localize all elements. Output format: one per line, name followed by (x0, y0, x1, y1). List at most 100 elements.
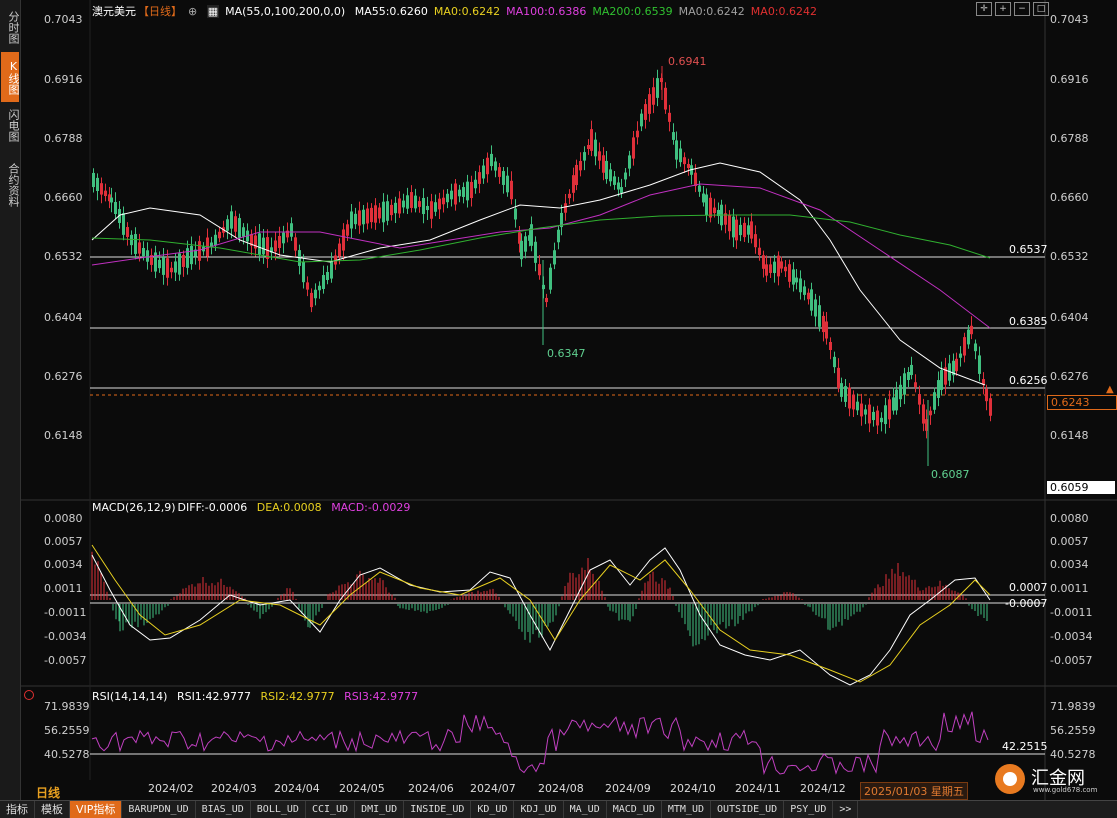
candle-body (406, 195, 409, 209)
candle-body (374, 205, 377, 223)
candle-body (856, 401, 859, 411)
candle-body (482, 165, 485, 179)
macd-axis-left-label: 0.0080 (44, 512, 83, 525)
ma-icon[interactable]: ▦ (206, 5, 220, 18)
bottom-tab[interactable]: BIAS_UD (196, 801, 251, 818)
price-axis-left-label: 0.6404 (44, 311, 83, 324)
timeframe-label[interactable]: 日线 (36, 784, 60, 801)
x-axis-label: 2024/08 (538, 782, 584, 795)
crosshair-icon[interactable]: ✛ (976, 2, 992, 16)
bottom-tab[interactable]: INSIDE_UD (404, 801, 472, 818)
zoom-in-icon[interactable]: + (995, 2, 1011, 16)
bottom-tab[interactable]: DMI_UD (355, 801, 405, 818)
candle-body (848, 387, 851, 409)
low-bound-tag: 0.6059 (1047, 481, 1115, 494)
candle-body (810, 289, 813, 311)
candle-body (672, 132, 675, 140)
candle-body (166, 258, 169, 278)
candle-body (989, 398, 992, 416)
candle-body (130, 234, 133, 246)
candle-body (814, 299, 817, 317)
rsi2-value: RSI2:42.9777 (260, 690, 335, 703)
period-label[interactable]: 【日线】 (138, 5, 182, 18)
bottom-tab[interactable]: KDJ_UD (514, 801, 564, 818)
macd-axis-right-label: -0.0057 (1050, 654, 1093, 667)
bottom-tab[interactable]: PSY_UD (784, 801, 834, 818)
bottom-tab[interactable]: MACD_UD (607, 801, 662, 818)
candle-body (378, 207, 381, 219)
bottom-tab[interactable]: 指标 (0, 801, 35, 818)
candle-body (568, 193, 571, 199)
candle-body (402, 200, 405, 208)
candle-body (442, 197, 445, 205)
candle-body (876, 410, 879, 426)
macd-diff: DIFF:-0.0006 (177, 501, 248, 514)
candle-body (310, 292, 313, 308)
rsi-axis-right-label: 40.5278 (1050, 748, 1096, 761)
bottom-tab[interactable]: OUTSIDE_UD (711, 801, 785, 818)
candle-body (158, 259, 161, 269)
candle-body (825, 321, 828, 339)
candle-body (390, 204, 393, 216)
candle-body (762, 255, 765, 269)
candle-body (575, 164, 578, 186)
bottom-tab[interactable]: >> (833, 801, 859, 818)
candle-body (910, 364, 913, 376)
candle-body (598, 151, 601, 161)
bottom-tab[interactable]: BOLL_UD (251, 801, 306, 818)
bottom-tab[interactable]: KD_UD (471, 801, 515, 818)
candle-body (502, 171, 505, 185)
candle-body (470, 181, 473, 199)
candle-body (326, 271, 329, 281)
candle-body (174, 261, 177, 273)
bottom-tab[interactable]: CCI_UD (306, 801, 356, 818)
candle-body (346, 224, 349, 236)
candle-body (788, 264, 791, 282)
candle-body (557, 229, 560, 243)
bottom-tab[interactable]: MTM_UD (662, 801, 711, 818)
zoom-out-icon[interactable]: − (1014, 2, 1030, 16)
bottom-tab[interactable]: MA_UD (564, 801, 607, 818)
candle-body (780, 261, 783, 269)
macd-legend: MACD(26,12,9) DIFF:-0.0006 DEA:0.0008 MAC… (92, 501, 416, 514)
macd-axis-left-label: -0.0011 (44, 606, 87, 619)
candle-body (462, 187, 465, 197)
chart-canvas[interactable] (0, 0, 1117, 800)
candle-body (652, 87, 655, 105)
bottom-tab[interactable]: VIP指标 (70, 801, 123, 818)
candle-body (290, 223, 293, 237)
candle-body (687, 163, 690, 169)
site-logo: 汇金网 www.gold678.com (995, 762, 1105, 796)
candle-body (318, 285, 321, 291)
candle-body (358, 210, 361, 226)
candle-body (122, 213, 125, 235)
fullscreen-icon[interactable]: □ (1033, 2, 1049, 16)
candle-body (803, 286, 806, 295)
candle-body (914, 382, 917, 388)
candle-body (613, 176, 616, 185)
rsi3-value: RSI3:42.9777 (344, 690, 419, 703)
candle-body (350, 211, 353, 229)
bottom-tab[interactable]: 模板 (35, 801, 70, 818)
price-axis-left-label: 0.6276 (44, 370, 83, 383)
macd-title: MACD(26,12,9) (92, 501, 176, 514)
candle-body (282, 232, 285, 244)
macd-axis-left-label: 0.0034 (44, 558, 83, 571)
bottom-tab[interactable]: BARUPDN_UD (122, 801, 196, 818)
logo-icon (995, 764, 1025, 794)
rsi-alert-icon[interactable] (24, 690, 34, 700)
high-annotation: 0.6941 (668, 55, 707, 68)
price-axis-right-label: 0.6916 (1050, 73, 1089, 86)
settings-icon[interactable]: ⊕ (188, 5, 197, 18)
macd-diff-line (91, 547, 991, 686)
candle-body (178, 253, 181, 275)
candle-body (978, 355, 981, 374)
candle-body (967, 329, 970, 345)
candle-body (258, 233, 261, 255)
candle-body (602, 155, 605, 173)
ma-legend-item: MA0:0.6242 (678, 5, 745, 18)
price-axis-left-label: 0.7043 (44, 13, 83, 26)
macd-axis-right-label: 0.0034 (1050, 558, 1089, 571)
symbol-name: 澳元美元 (92, 5, 136, 18)
candle-body (583, 152, 586, 161)
